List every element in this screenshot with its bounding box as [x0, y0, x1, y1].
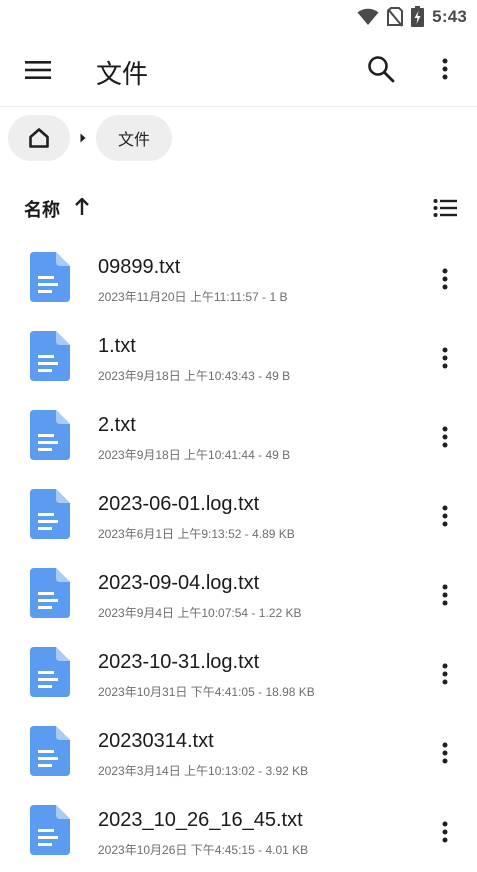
meta-separator: -: [254, 843, 266, 857]
file-row-menu-button[interactable]: [432, 262, 458, 296]
home-icon: [29, 128, 49, 148]
file-name: 2023-09-04.log.txt: [98, 572, 260, 594]
file-date: 2023年10月31日 下午4:41:05: [98, 685, 255, 699]
breadcrumb-home[interactable]: [8, 115, 70, 161]
meta-separator: -: [254, 448, 266, 462]
breadcrumb: 文件: [8, 114, 173, 162]
file-row[interactable]: 1.txt 2023年9月18日 上午10:43:43 - 49 B: [0, 319, 477, 398]
file-meta: 2023年3月14日 上午10:13:02 - 3.92 KB: [98, 762, 308, 779]
file-row-menu-button[interactable]: [432, 657, 458, 691]
text-file-icon: [30, 568, 70, 618]
more-vert-icon: [442, 584, 448, 606]
file-name: 09899.txt: [98, 256, 181, 278]
more-vert-icon: [442, 58, 448, 80]
search-button[interactable]: [362, 50, 400, 88]
wifi-icon: [357, 8, 379, 25]
file-list: 09899.txt 2023年11月20日 上午11:11:57 - 1 B 1…: [0, 240, 477, 872]
file-row[interactable]: 2023-09-04.log.txt 2023年9月4日 上午10:07:54 …: [0, 556, 477, 635]
text-file-icon: [30, 805, 70, 855]
file-row[interactable]: 09899.txt 2023年11月20日 上午11:11:57 - 1 B: [0, 240, 477, 319]
file-date: 2023年3月14日 上午10:13:02: [98, 764, 255, 778]
text-file-icon: [30, 331, 70, 381]
page-title: 文件: [96, 59, 149, 89]
file-name: 1.txt: [98, 335, 136, 357]
file-size: 1 B: [269, 290, 288, 304]
file-row[interactable]: 2023-06-01.log.txt 2023年6月1日 上午9:13:52 -…: [0, 477, 477, 556]
view-toggle-button[interactable]: [430, 194, 460, 222]
file-meta: 2023年9月18日 上午10:43:43 - 49 B: [98, 367, 290, 384]
file-size: 49 B: [265, 369, 291, 383]
more-vert-icon: [442, 426, 448, 448]
more-vert-icon: [442, 742, 448, 764]
more-vert-icon: [442, 505, 448, 527]
file-size: 3.92 KB: [265, 764, 309, 778]
file-meta: 2023年11月20日 上午11:11:57 - 1 B: [98, 288, 287, 305]
file-size: 49 B: [265, 448, 291, 462]
menu-icon: [25, 61, 51, 79]
sort-by-name[interactable]: 名称: [24, 196, 60, 222]
file-date: 2023年11月20日 上午11:11:57: [98, 290, 259, 304]
meta-separator: -: [248, 606, 259, 620]
file-row[interactable]: 20230314.txt 2023年3月14日 上午10:13:02 - 3.9…: [0, 714, 477, 793]
file-meta: 2023年6月1日 上午9:13:52 - 4.89 KB: [98, 525, 295, 542]
app-bar: 文件: [0, 34, 477, 107]
meta-separator: -: [258, 290, 270, 304]
file-meta: 2023年9月4日 上午10:07:54 - 1.22 KB: [98, 604, 301, 621]
breadcrumb-separator: [70, 133, 96, 143]
file-name: 2023_10_26_16_45.txt: [98, 809, 303, 831]
status-time: 5:43: [432, 6, 467, 26]
meta-separator: -: [254, 369, 266, 383]
file-row-menu-button[interactable]: [432, 499, 458, 533]
file-row-menu-button[interactable]: [432, 736, 458, 770]
file-date: 2023年9月4日 上午10:07:54: [98, 606, 249, 620]
file-date: 2023年9月18日 上午10:41:44: [98, 448, 255, 462]
file-name: 2023-06-01.log.txt: [98, 493, 260, 515]
file-row-menu-button[interactable]: [432, 815, 458, 849]
file-row-menu-button[interactable]: [432, 578, 458, 612]
file-row-menu-button[interactable]: [432, 341, 458, 375]
file-size: 4.01 KB: [265, 843, 309, 857]
text-file-icon: [30, 410, 70, 460]
file-meta: 2023年10月31日 下午4:41:05 - 18.98 KB: [98, 683, 315, 700]
file-row[interactable]: 2.txt 2023年9月18日 上午10:41:44 - 49 B: [0, 398, 477, 477]
file-date: 2023年6月1日 上午9:13:52: [98, 527, 242, 541]
more-vert-icon: [442, 347, 448, 369]
file-date: 2023年9月18日 上午10:43:43: [98, 369, 255, 383]
menu-button[interactable]: [20, 52, 56, 88]
text-file-icon: [30, 489, 70, 539]
search-icon: [368, 56, 395, 83]
file-date: 2023年10月26日 下午4:45:15: [98, 843, 255, 857]
text-file-icon: [30, 647, 70, 697]
file-row-menu-button[interactable]: [432, 420, 458, 454]
more-vert-icon: [442, 268, 448, 290]
arrow-up-icon[interactable]: [72, 196, 92, 218]
file-name: 2.txt: [98, 414, 136, 436]
file-name: 2023-10-31.log.txt: [98, 651, 260, 673]
meta-separator: -: [254, 685, 266, 699]
file-row[interactable]: 2023_10_26_16_45.txt 2023年10月26日 下午4:45:…: [0, 793, 477, 872]
no-sim-icon: [387, 6, 404, 27]
file-size: 4.89 KB: [252, 527, 295, 541]
battery-charging-icon: [411, 6, 425, 27]
text-file-icon: [30, 252, 70, 302]
sort-bar: 名称: [0, 186, 477, 228]
file-name: 20230314.txt: [98, 730, 214, 752]
file-row[interactable]: 2023-10-31.log.txt 2023年10月31日 下午4:41:05…: [0, 635, 477, 714]
meta-separator: -: [254, 764, 266, 778]
file-meta: 2023年10月26日 下午4:45:15 - 4.01 KB: [98, 841, 308, 858]
list-view-icon: [433, 199, 457, 217]
more-options-button[interactable]: [428, 50, 462, 88]
status-bar: 5:43: [0, 0, 477, 34]
status-icons: 5:43: [357, 6, 467, 27]
more-vert-icon: [442, 663, 448, 685]
text-file-icon: [30, 726, 70, 776]
more-vert-icon: [442, 821, 448, 843]
meta-separator: -: [241, 527, 253, 541]
file-size: 18.98 KB: [265, 685, 315, 699]
file-size: 1.22 KB: [258, 606, 302, 620]
chevron-right-icon: [80, 133, 86, 143]
file-meta: 2023年9月18日 上午10:41:44 - 49 B: [98, 446, 290, 463]
breadcrumb-item-files[interactable]: 文件: [96, 115, 173, 161]
